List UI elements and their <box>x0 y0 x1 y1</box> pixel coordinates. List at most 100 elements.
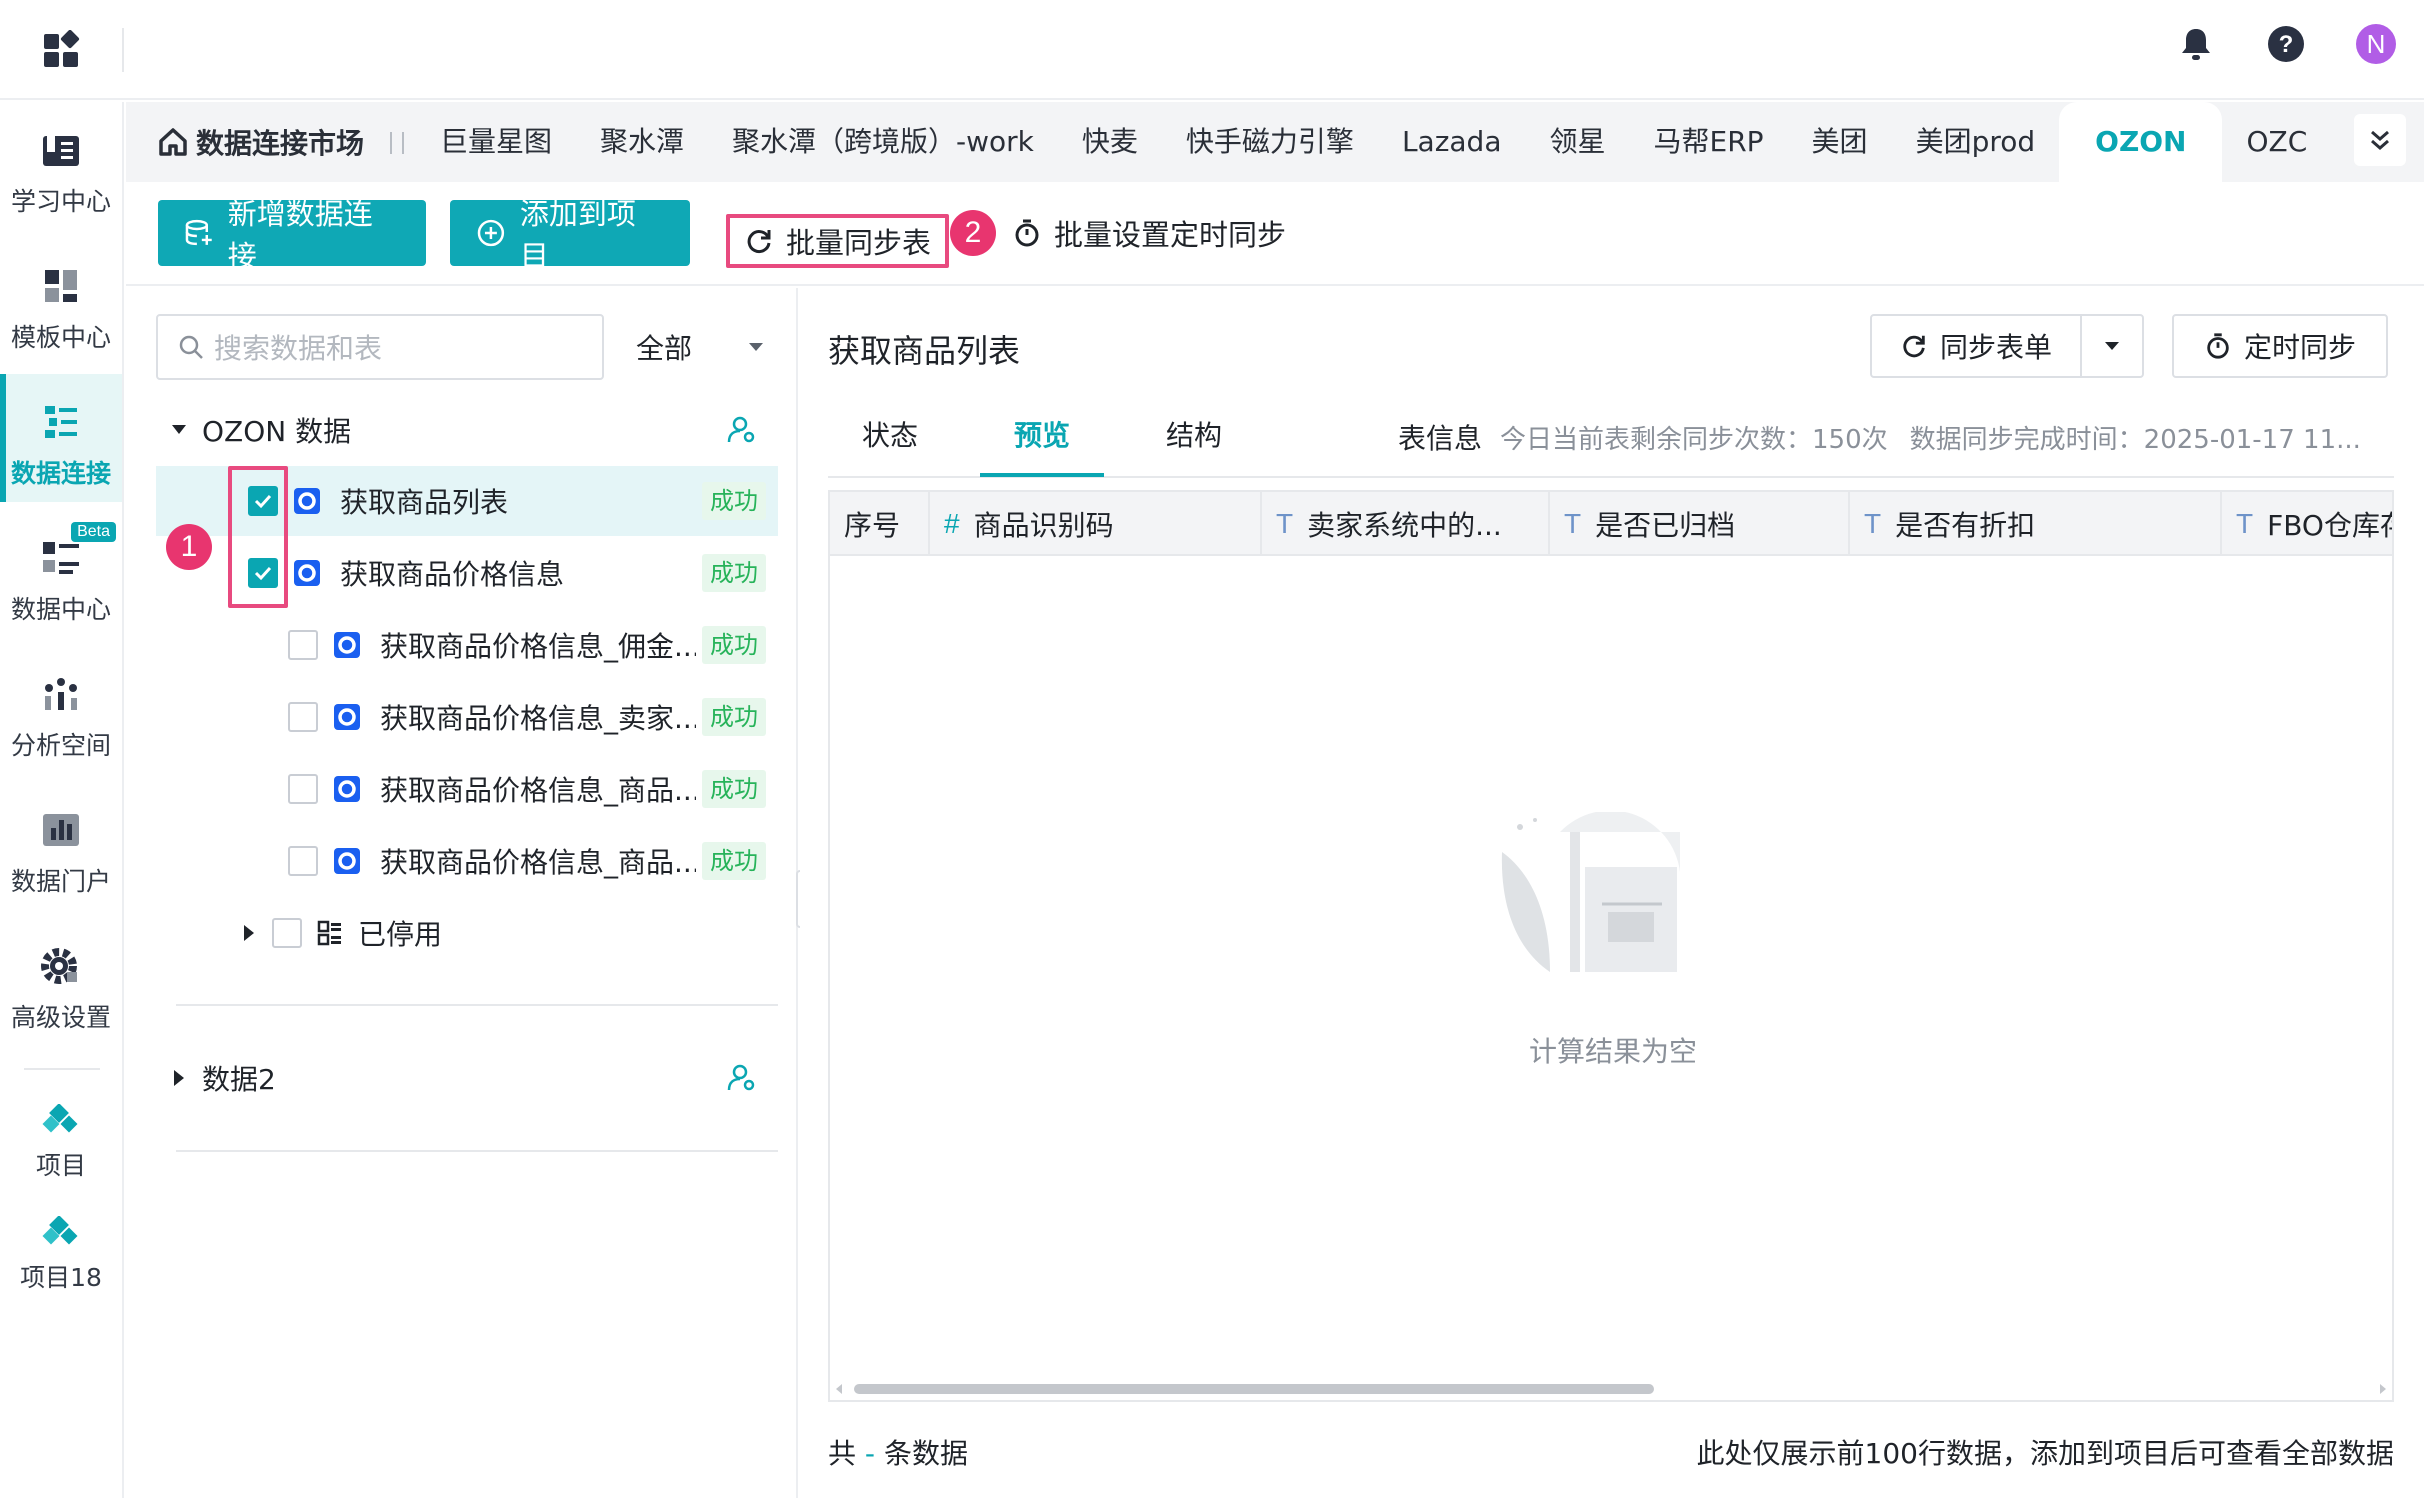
folder-grid-icon <box>317 920 341 946</box>
tabs-more-button[interactable] <box>2354 114 2406 166</box>
sidebar-item-project18[interactable]: 项目18 <box>0 1198 122 1306</box>
tab-juliangxingtu[interactable]: 巨量星图 <box>416 102 576 182</box>
status-badge: 成功 <box>702 698 766 736</box>
row-checkbox[interactable] <box>288 774 318 804</box>
sync-dropdown-button[interactable] <box>2082 316 2142 376</box>
column-header[interactable]: T 是否已归档 <box>1550 492 1850 556</box>
project-icon <box>42 1216 78 1245</box>
tab-ozon[interactable]: OZON <box>2059 102 2223 182</box>
scrollbar-thumb[interactable] <box>854 1384 1654 1394</box>
help-icon[interactable]: ? <box>2266 24 2306 64</box>
row-checkbox[interactable] <box>288 702 318 732</box>
tab-kuaimai[interactable]: 快麦 <box>1058 102 1162 182</box>
sidebar-item-template[interactable]: 模板中心 <box>0 238 122 366</box>
user-settings-icon[interactable] <box>726 414 758 446</box>
column-header[interactable]: T 卖家系统中的... <box>1262 492 1550 556</box>
tab-market-home[interactable]: 数据连接市场 <box>158 122 364 162</box>
sidebar-item-analysis[interactable]: 分析空间 <box>0 646 122 774</box>
empty-state-illustration <box>1501 812 1680 972</box>
tree-group-ozon[interactable]: OZON 数据 <box>170 400 778 460</box>
tab-jushuitan[interactable]: 聚水潭 <box>576 102 708 182</box>
row-count: 共 - 条数据 <box>828 1432 968 1472</box>
user-settings-icon[interactable] <box>726 1062 758 1094</box>
apps-grid-icon[interactable] <box>42 29 82 70</box>
sidebar-item-data-connect[interactable]: 数据连接 <box>0 374 122 502</box>
column-header[interactable]: T 是否有折扣 <box>1850 492 2222 556</box>
table-info-label: 表信息 <box>1398 422 1483 455</box>
tab-meituan[interactable]: 美团 <box>1788 102 1892 182</box>
button-label: 同步表单 <box>1940 331 2053 364</box>
table-tree-panel: 搜索数据和表 全部 OZON 数据 获取商品列表 成功 获取商品价格信息 成功 <box>126 288 798 1498</box>
group-label: 数据2 <box>202 1063 276 1096</box>
horizontal-scrollbar[interactable] <box>830 1378 2392 1400</box>
column-header[interactable]: T FBO仓库存 <box>2222 492 2392 556</box>
row-checkbox[interactable] <box>288 630 318 660</box>
table-name: 获取商品价格信息_卖家... <box>380 702 696 735</box>
status-badge: 成功 <box>702 842 766 880</box>
svg-text:?: ? <box>2279 31 2294 58</box>
row-checkbox[interactable] <box>272 918 302 948</box>
tab-kuaishou-cili[interactable]: 快手磁力引擎 <box>1162 102 1378 182</box>
column-header[interactable]: 序号 <box>830 492 930 556</box>
sidebar-item-learning[interactable]: 学习中心 <box>0 102 122 230</box>
home-icon <box>159 128 187 156</box>
tab-preview[interactable]: 预览 <box>980 395 1105 477</box>
beta-badge: Beta <box>71 522 116 542</box>
avatar[interactable]: N <box>2356 24 2396 64</box>
sidebar-item-settings[interactable]: 高级设置 <box>0 918 122 1046</box>
tab-jushuitan-crossborder[interactable]: 聚水潭（跨境版）-work <box>708 102 1058 182</box>
batch-schedule-button[interactable]: 批量设置定时同步 <box>998 200 1300 266</box>
datasource-icon <box>294 560 320 586</box>
search-input[interactable]: 搜索数据和表 <box>156 314 604 380</box>
text-type-icon: T <box>2236 508 2254 539</box>
tree-folder-disabled[interactable]: 已停用 <box>156 898 778 968</box>
sidebar-item-data-center[interactable]: Beta 数据中心 <box>0 510 122 638</box>
number-type-icon: # <box>944 508 960 539</box>
sidebar-item-project[interactable]: 项目 <box>0 1086 122 1194</box>
new-connection-button[interactable]: 新增数据连接 <box>158 197 426 273</box>
refresh-icon <box>1903 335 1925 358</box>
tree-row-table[interactable]: 获取商品价格信息_商品... 成功 <box>156 826 778 896</box>
tab-mabang-erp[interactable]: 马帮ERP <box>1630 102 1788 182</box>
batch-sync-button[interactable]: 批量同步表 <box>726 214 950 268</box>
tab-meituan-prod[interactable]: 美团prod <box>1892 102 2060 182</box>
filter-value: 全部 <box>636 332 693 365</box>
left-sidebar: 学习中心 模板中心 数据连接 Beta 数据中心 分析空间 数据门户 高级设置 … <box>0 102 124 1498</box>
bell-icon[interactable] <box>2176 24 2216 64</box>
sidebar-item-portal[interactable]: 数据门户 <box>0 782 122 910</box>
tree-group-data2[interactable]: 数据2 <box>170 1048 778 1108</box>
row-checkbox[interactable] <box>288 846 318 876</box>
sidebar-item-label: 高级设置 <box>10 1003 111 1032</box>
scroll-left-arrow-icon[interactable] <box>834 1383 844 1395</box>
tab-lingxing[interactable]: 领星 <box>1525 102 1629 182</box>
tab-ozc[interactable]: OZC <box>2222 102 2331 182</box>
sync-table-button[interactable]: 同步表单 <box>1872 316 2083 376</box>
sidebar-item-label: 数据中心 <box>10 595 111 624</box>
add-to-project-button[interactable]: 添加到项目 <box>450 197 690 273</box>
tree-row-table[interactable]: 获取商品价格信息_佣金... 成功 <box>156 610 778 680</box>
table-name: 获取商品价格信息_商品... <box>380 774 696 807</box>
tree-row-table[interactable]: 获取商品价格信息_商品... 成功 <box>156 754 778 824</box>
tree-row-table[interactable]: 获取商品价格信息_卖家... 成功 <box>156 682 778 752</box>
caret-right-icon <box>174 1070 184 1086</box>
sync-completed-time: 数据同步完成时间：2025-01-17 11... <box>1909 424 2361 455</box>
status-badge: 成功 <box>702 770 766 808</box>
column-header[interactable]: # 商品识别码 <box>930 492 1262 556</box>
tab-status[interactable]: 状态 <box>828 395 952 477</box>
column-name: 商品识别码 <box>973 509 1114 542</box>
preview-grid: 序号 # 商品识别码 T 卖家系统中的... T 是否已归档 T 是否有折扣 T… <box>828 490 2394 1402</box>
text-type-icon: T <box>1564 508 1582 539</box>
sidebar-item-label: 数据连接 <box>10 459 111 488</box>
caret-down-icon <box>749 343 763 351</box>
scheduled-sync-button[interactable]: 定时同步 <box>2172 314 2389 378</box>
template-icon <box>45 270 77 302</box>
filter-select[interactable]: 全部 <box>626 314 776 380</box>
scroll-right-arrow-icon[interactable] <box>2378 1383 2388 1395</box>
detail-tabs: 状态 预览 结构 表信息 今日当前表剩余同步次数：150次 数据同步完成时间：2… <box>828 396 2394 478</box>
caret-right-icon[interactable] <box>240 923 258 943</box>
tab-structure[interactable]: 结构 <box>1132 395 1256 477</box>
table-name: 获取商品价格信息_商品... <box>380 846 696 879</box>
tab-lazada[interactable]: Lazada <box>1378 102 1526 182</box>
sidebar-item-label: 项目 <box>35 1151 86 1180</box>
tab-label: 数据连接市场 <box>196 127 365 160</box>
